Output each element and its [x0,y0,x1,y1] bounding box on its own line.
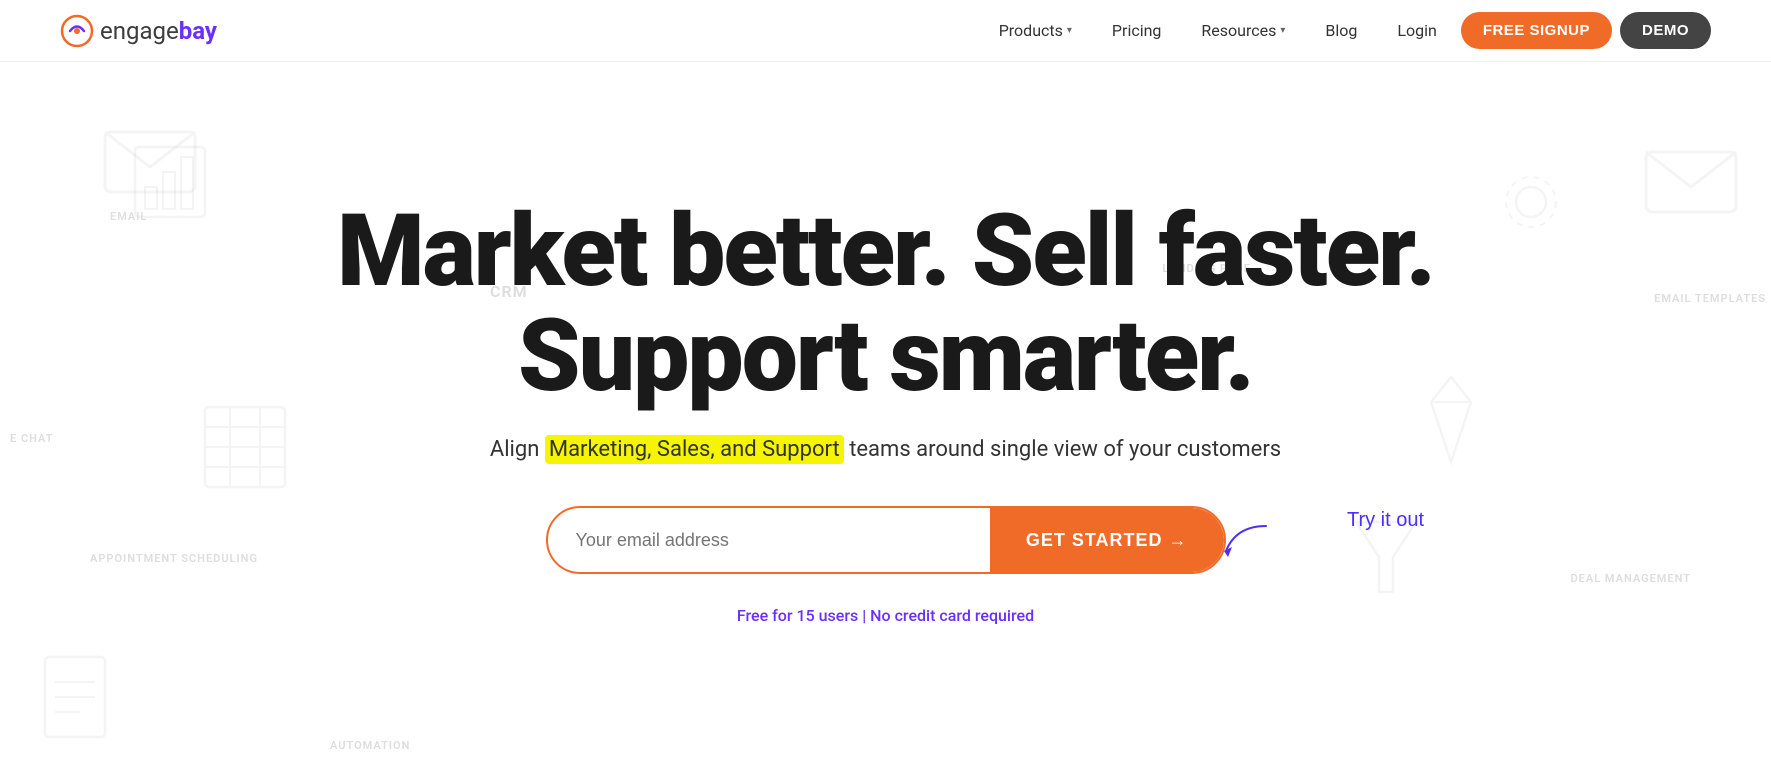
demo-button[interactable]: DEMO [1620,12,1711,49]
wm-deal-label: DEAL MANAGEMENT [1570,572,1691,585]
hero-headline: Market better. Sell faster. Support smar… [337,199,1434,409]
email-form-wrapper: GET STARTED → Try it out [546,506,1226,590]
logo-engage: engage [100,17,179,45]
nav-resources[interactable]: Resources ▾ [1185,13,1301,48]
hero-subtext: Align Marketing, Sales, and Support team… [337,433,1434,466]
nav-products[interactable]: Products ▾ [983,13,1088,48]
get-started-button[interactable]: GET STARTED → [990,508,1224,572]
try-it-out-text: Try it out [1256,509,1516,532]
resources-chevron-icon: ▾ [1280,25,1285,36]
logo-text: engagebay [100,17,217,45]
email-form: GET STARTED → [546,506,1226,574]
nav-login[interactable]: Login [1381,13,1452,48]
chart-icon-top [130,142,210,222]
logo[interactable]: engagebay [60,14,217,48]
email-icon-left [100,122,200,202]
hero-content: Market better. Sell faster. Support smar… [337,199,1434,625]
wm-automation-label: AUTOMATION [330,739,410,752]
headline-line1: Market better. Sell faster. [337,199,1434,304]
nav-blog[interactable]: Blog [1309,13,1373,48]
headline-line2: Support smarter. [337,304,1434,409]
main-nav: Products ▾ Pricing Resources ▾ Blog Logi… [983,12,1711,49]
header: engagebay Products ▾ Pricing Resources ▾… [0,0,1771,62]
table-icon-left [200,402,290,492]
email-icon-right [1641,142,1741,222]
highlighted-text: Marketing, Sales, and Support [545,435,844,464]
gear-icon-right [1491,162,1571,242]
wm-appointment-label: APPOINTMENT SCHEDULING [90,552,258,565]
logo-bay: bay [179,17,217,45]
wm-email-label: EMAIL [110,210,147,223]
hero-section: EMAIL CRM E CHAT APPOINTMENT SCHEDULING … [0,62,1771,782]
document-icon-bottom [40,652,110,742]
free-users-text: Free for 15 users | No credit card requi… [337,606,1434,625]
email-input[interactable] [548,530,990,551]
nav-pricing[interactable]: Pricing [1096,13,1178,48]
logo-icon [60,14,94,48]
wm-email-templates-label: EMAIL TEMPLATES [1654,292,1766,305]
wm-chat-label: E CHAT [10,432,53,445]
free-signup-button[interactable]: FREE SIGNUP [1461,12,1612,49]
products-chevron-icon: ▾ [1067,25,1072,36]
